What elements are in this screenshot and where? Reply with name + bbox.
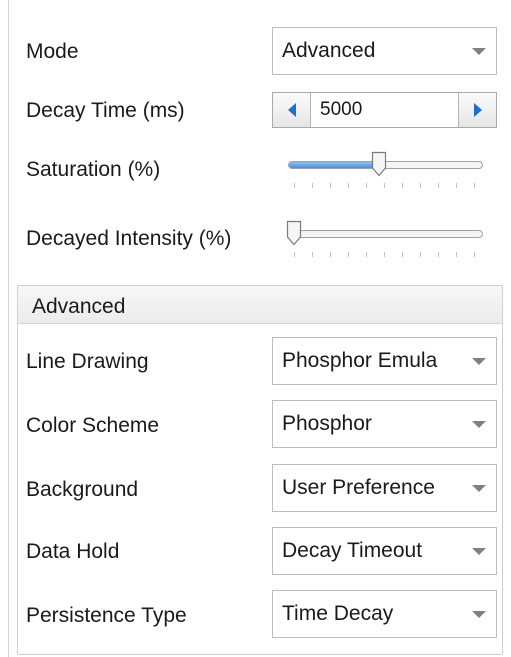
mode-value: Advanced (282, 39, 376, 62)
chevron-down-icon (462, 28, 496, 74)
slider-thumb[interactable] (371, 151, 387, 177)
slider-track (288, 230, 483, 238)
chevron-down-icon (462, 528, 496, 574)
decayed-intensity-slider[interactable] (286, 218, 483, 266)
increment-button[interactable] (458, 93, 496, 127)
decayed-intensity-label: Decayed Intensity (%) (26, 227, 232, 250)
data-hold-label: Data Hold (26, 540, 120, 563)
slider-thumb[interactable] (286, 220, 302, 246)
slider-tick (312, 183, 313, 188)
decay-time-value[interactable]: 5000 (311, 99, 458, 121)
slider-tick (420, 183, 421, 188)
background-label: Background (26, 478, 139, 501)
chevron-down-icon (462, 338, 496, 384)
slider-ticks (294, 183, 479, 189)
slider-tick (402, 183, 403, 188)
slider-fill (289, 162, 381, 168)
color-scheme-label: Color Scheme (26, 414, 160, 437)
saturation-slider[interactable] (286, 149, 483, 197)
line-drawing-value: Phosphor Emula (282, 349, 438, 372)
slider-tick (384, 252, 385, 257)
slider-tick (348, 252, 349, 257)
slider-tick (366, 252, 367, 257)
slider-tick (420, 252, 421, 257)
color-scheme-value: Phosphor (282, 412, 372, 435)
line-drawing-label: Line Drawing (26, 350, 149, 373)
data-hold-value: Decay Timeout (282, 539, 423, 562)
slider-tick (474, 252, 475, 257)
persistence-type-dropdown[interactable]: Time Decay (272, 590, 497, 638)
slider-tick (348, 183, 349, 188)
line-drawing-dropdown[interactable]: Phosphor Emula (272, 337, 497, 385)
arrow-right-icon (473, 103, 482, 117)
slider-tick (402, 252, 403, 257)
data-hold-dropdown[interactable]: Decay Timeout (272, 527, 497, 575)
decay-time-label: Decay Time (ms) (26, 99, 185, 122)
slider-tick (312, 252, 313, 257)
decay-time-spinner[interactable]: 5000 (272, 92, 497, 128)
chevron-down-icon (462, 591, 496, 637)
mode-label: Mode (26, 40, 79, 63)
slider-tick (330, 252, 331, 257)
advanced-group-title: Advanced (32, 295, 126, 318)
saturation-label: Saturation (%) (26, 158, 161, 181)
slider-ticks (294, 252, 479, 258)
slider-tick (438, 252, 439, 257)
color-scheme-dropdown[interactable]: Phosphor (272, 400, 497, 448)
slider-tick (474, 183, 475, 188)
chevron-down-icon (462, 401, 496, 447)
decrement-button[interactable] (273, 93, 311, 127)
slider-tick (456, 183, 457, 188)
background-value: User Preference (282, 476, 435, 499)
mode-dropdown[interactable]: Advanced (272, 27, 497, 75)
background-dropdown[interactable]: User Preference (272, 464, 497, 512)
slider-tick (294, 252, 295, 257)
chevron-down-icon (462, 465, 496, 511)
arrow-left-icon (287, 103, 296, 117)
slider-tick (384, 183, 385, 188)
slider-tick (330, 183, 331, 188)
slider-tick (456, 252, 457, 257)
persistence-type-value: Time Decay (282, 602, 394, 625)
slider-tick (366, 183, 367, 188)
advanced-group-header: Advanced (18, 286, 502, 324)
slider-tick (294, 183, 295, 188)
persistence-type-label: Persistence Type (26, 604, 187, 627)
slider-tick (438, 183, 439, 188)
